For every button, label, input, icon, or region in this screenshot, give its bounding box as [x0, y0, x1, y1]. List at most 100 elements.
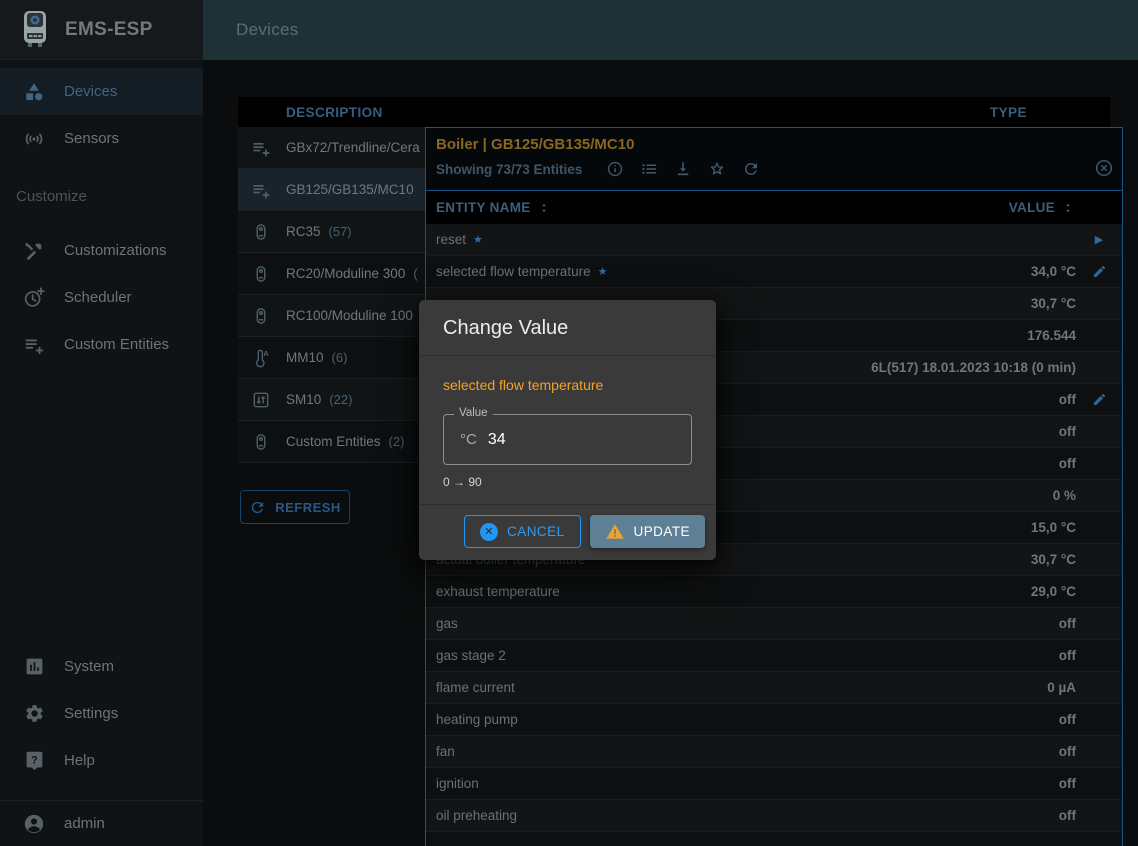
sidebar-item-system[interactable]: System: [0, 643, 203, 690]
app-logo-row: EMS-ESP: [0, 0, 203, 60]
entity-table-header: ENTITY NAME VALUE: [426, 191, 1122, 224]
entity-action[interactable]: ▶: [1076, 233, 1122, 246]
device-name: SM10: [286, 392, 321, 407]
svg-text:A: A: [263, 348, 269, 357]
sidebar-item-settings[interactable]: Settings: [0, 690, 203, 737]
cancel-icon: ✕: [480, 523, 498, 541]
cancel-button[interactable]: ✕ CANCEL: [464, 515, 580, 548]
refresh-icon[interactable]: [742, 160, 760, 178]
entity-row[interactable]: ignition off: [426, 768, 1122, 800]
unit-label: °C: [460, 431, 477, 448]
device-type-icon: A: [238, 348, 286, 368]
change-value-dialog: Change Value selected flow temperature V…: [419, 300, 716, 560]
entity-value: off: [1059, 744, 1076, 759]
app-title: EMS-ESP: [65, 19, 153, 41]
entity-row[interactable]: flame current 0 µA: [426, 672, 1122, 704]
panel-title: Boiler | GB125/GB135/MC10: [436, 136, 1112, 153]
edit-icon[interactable]: [1076, 264, 1122, 279]
entity-value: 29,0 °C: [1031, 584, 1076, 599]
entity-row[interactable]: gas off: [426, 608, 1122, 640]
device-type-icon: [238, 222, 286, 242]
device-entity-count: (: [413, 266, 417, 281]
update-button[interactable]: UPDATE: [590, 515, 705, 548]
entity-row[interactable]: heating pump off: [426, 704, 1122, 736]
sidebar-item-label: Custom Entities: [64, 336, 169, 353]
sidebar-user[interactable]: admin: [0, 800, 203, 846]
sidebar-item-devices[interactable]: Devices: [0, 68, 203, 115]
username-label: admin: [64, 815, 105, 832]
entity-name: gas stage 2: [436, 648, 506, 663]
column-entity-name[interactable]: ENTITY NAME: [436, 200, 531, 215]
entity-row[interactable]: gas stage 2 off: [426, 640, 1122, 672]
sidebar-item-label: Customizations: [64, 242, 167, 259]
entity-name: oil preheating: [436, 808, 517, 823]
entity-row[interactable]: reset ★ ▶: [426, 224, 1122, 256]
sidebar-item-help[interactable]: ? Help: [0, 737, 203, 784]
entity-label: selected flow temperature: [443, 377, 692, 393]
refresh-icon: [249, 499, 266, 516]
sort-icon[interactable]: [1060, 200, 1076, 216]
device-entity-count: (6): [332, 350, 348, 365]
entity-name: heating pump: [436, 712, 518, 727]
sidebar-item-custom-entities[interactable]: Custom Entities: [0, 321, 203, 368]
value-input[interactable]: Value °C 34: [443, 414, 692, 465]
playlist-add-icon: [22, 334, 46, 356]
execute-icon[interactable]: ▶: [1095, 233, 1103, 246]
info-icon[interactable]: [606, 160, 624, 178]
sidebar-item-label: Sensors: [64, 130, 119, 147]
entity-value: 0 µA: [1047, 680, 1076, 695]
sidebar-item-sensors[interactable]: Sensors: [0, 115, 203, 162]
entity-name: exhaust temperature: [436, 584, 560, 599]
warning-icon: [605, 522, 625, 541]
edit-icon[interactable]: [1076, 392, 1122, 407]
list-icon[interactable]: [640, 160, 658, 178]
customize-section-header: Customize: [0, 162, 203, 227]
entity-value: off: [1059, 456, 1076, 471]
page-title: Devices: [236, 20, 299, 40]
device-type-icon: [238, 138, 286, 158]
entity-name: reset: [436, 232, 466, 247]
sidebar-item-label: System: [64, 658, 114, 675]
device-name: GBx72/Trendline/Cera: [286, 140, 420, 155]
value-text: 34: [488, 431, 506, 449]
entity-row[interactable]: exhaust temperature 29,0 °C: [426, 576, 1122, 608]
entity-value: off: [1059, 392, 1076, 407]
showing-entities-label: Showing 73/73 Entities: [436, 162, 582, 177]
column-value[interactable]: VALUE: [1009, 200, 1055, 215]
sidebar-item-label: Settings: [64, 705, 118, 722]
refresh-button[interactable]: REFRESH: [240, 490, 350, 524]
account-circle-icon: [22, 813, 46, 835]
device-entity-count: (22): [329, 392, 352, 407]
device-type-icon: [238, 180, 286, 200]
sidebar-item-scheduler[interactable]: Scheduler: [0, 274, 203, 321]
entity-row[interactable]: selected flow temperature ★ 34,0 °C: [426, 256, 1122, 288]
device-type-icon: [238, 264, 286, 284]
sidebar-bottom: System Settings ? Help: [0, 643, 203, 846]
entity-row[interactable]: fan off: [426, 736, 1122, 768]
star-icon[interactable]: [708, 160, 726, 178]
column-type[interactable]: TYPE: [990, 105, 1027, 120]
entity-value: off: [1059, 648, 1076, 663]
entity-row[interactable]: oil preheating off: [426, 800, 1122, 832]
device-name: RC20/Moduline 300: [286, 266, 405, 281]
favorite-star-icon: ★: [598, 265, 608, 278]
download-icon[interactable]: [674, 160, 692, 178]
entity-value: 34,0 °C: [1031, 264, 1076, 279]
entity-row[interactable]: [426, 832, 1122, 846]
sort-icon[interactable]: [536, 200, 552, 216]
gear-icon: [22, 703, 46, 724]
sidebar-item-customizations[interactable]: Customizations: [0, 227, 203, 274]
column-description[interactable]: DESCRIPTION: [238, 105, 383, 120]
entity-name: flame current: [436, 680, 515, 695]
entity-value: 30,7 °C: [1031, 552, 1076, 567]
category-icon: [22, 81, 46, 103]
sidebar-item-label: Help: [64, 752, 95, 769]
entity-value: 30,7 °C: [1031, 296, 1076, 311]
panel-header: Boiler | GB125/GB135/MC10 Showing 73/73 …: [426, 128, 1122, 191]
device-entity-count: (57): [329, 224, 352, 239]
boiler-logo-icon: [20, 9, 50, 51]
close-icon[interactable]: [1094, 158, 1114, 178]
entity-value: 6L(517) 18.01.2023 10:18 (0 min): [871, 360, 1076, 375]
construction-icon: [22, 240, 46, 262]
entity-value: off: [1059, 616, 1076, 631]
